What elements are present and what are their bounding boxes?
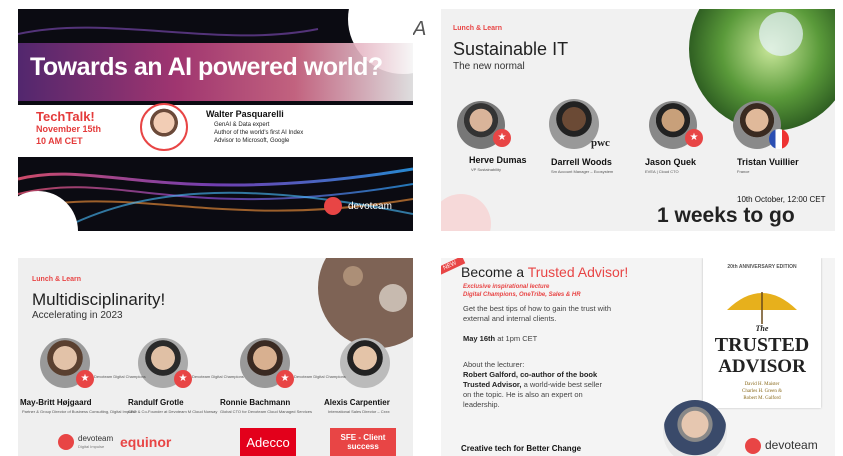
- brand-label: devoteam: [348, 201, 392, 212]
- speaker-name: Randulf Grotle: [128, 398, 184, 407]
- card-title: Towards an AI powered world?: [30, 53, 383, 81]
- book-author: David H. Maister: [744, 382, 780, 387]
- speaker-name: May-Britt Højgaard: [20, 398, 92, 407]
- bio-bold: Robert Galford, co-author of the book: [463, 370, 598, 379]
- intro-text: external and internal clients.: [463, 314, 557, 323]
- champion-star-icon: ★: [174, 370, 192, 388]
- event-date: May 16th at 1pm CET: [463, 334, 537, 343]
- pwc-logo: pwc: [591, 137, 610, 149]
- kicker: Lunch & Learn: [453, 25, 503, 32]
- champion-star-icon: ★: [276, 370, 294, 388]
- card-subtitle: The new normal: [453, 61, 525, 72]
- countdown: 1 weeks to go: [657, 204, 795, 227]
- lecture-audience: Digital Champions, OneTribe, Sales & HR: [463, 292, 581, 298]
- speaker-role: EVEA | Cloud CTO: [645, 169, 679, 174]
- speaker-name: Darrell Woods: [551, 157, 612, 167]
- card-title: Multidisciplinarity!: [32, 290, 166, 309]
- event-card-ai-powered-world[interactable]: Towards an AI powered world? TechTalk! N…: [18, 9, 413, 231]
- speaker-bullet: Advisor to Microsoft, Google: [214, 138, 290, 144]
- umbrella-icon: [727, 292, 797, 324]
- logo-devoteam: devoteam: [78, 434, 114, 443]
- book-author: Robert M. Galford: [743, 396, 781, 401]
- title-prefix: Become a: [461, 264, 525, 280]
- speaker-role: Global CTO for Devoteam Cloud Managed Se…: [220, 409, 312, 414]
- champion-badge-label: Devoteam Digital Champions: [294, 374, 346, 379]
- book-author: Charles H. Green &: [742, 389, 782, 394]
- logo-equinor: equinor: [120, 434, 172, 450]
- champion-star-icon: ★: [685, 129, 703, 147]
- book-title-1: TRUSTED: [714, 334, 810, 356]
- event-card-multidisciplinarity[interactable]: Lunch & Learn Multidisciplinarity! Accel…: [18, 258, 413, 456]
- logo-adecco: Adecco: [240, 428, 296, 456]
- france-flag-icon: [769, 129, 789, 149]
- speaker-role: CEO & Co-Founder at Devoteam M Cloud Nor…: [128, 409, 218, 414]
- devoteam-logo-icon: [745, 438, 761, 454]
- speaker-avatar: [340, 338, 390, 388]
- card-title: Sustainable IT: [453, 39, 569, 59]
- card-subtitle: Accelerating in 2023: [32, 310, 123, 321]
- text-cursor-indicator: A: [413, 18, 427, 40]
- kicker: Lunch & Learn: [32, 276, 82, 283]
- speaker-name: Walter Pasquarelli: [206, 109, 284, 119]
- date-bold: May 16th: [463, 334, 496, 343]
- speaker-role: International Sales Director – Cxxx: [328, 409, 390, 414]
- about-label: About the lecturer:: [463, 360, 525, 369]
- event-date: November 15th: [36, 124, 102, 134]
- bio-bold: Trusted Advisor,: [463, 380, 522, 389]
- devoteam-logo-icon: [58, 434, 74, 450]
- bio-line: on the topic. He is also an expert on: [463, 390, 583, 399]
- speaker-name: Jason Quek: [645, 157, 697, 167]
- intro-text: Get the best tips of how to gain the tru…: [463, 304, 611, 313]
- bio-line: Robert Galford, co-author of the book: [463, 370, 597, 379]
- champion-star-icon: ★: [493, 129, 511, 147]
- bio-line: Trusted Advisor, a world-wide best selle…: [463, 380, 602, 389]
- brand-label: devoteam: [765, 438, 818, 452]
- speaker-avatar: [140, 103, 188, 151]
- lecture-type: Exclusive inspirational lecture: [463, 284, 550, 290]
- book-title-2: ADVISOR: [718, 356, 806, 377]
- event-type: TechTalk!: [36, 109, 95, 124]
- bio-line: leadership.: [463, 400, 500, 409]
- book-cover: 20th ANNIVERSARY EDITION The TRUSTED ADV…: [703, 258, 821, 408]
- speaker-bullet: Author of the world's first AI Index: [214, 130, 304, 136]
- event-card-trusted-advisor[interactable]: NEW Become a Trusted Advisor! Exclusive …: [441, 258, 835, 456]
- date-rest: at 1pm CET: [497, 334, 538, 343]
- card-title: Become a Trusted Advisor!: [461, 264, 628, 280]
- book-edition: 20th ANNIVERSARY EDITION: [727, 264, 797, 270]
- bio-rest: a world-wide best seller: [521, 380, 602, 389]
- speaker-role: France: [737, 169, 750, 174]
- champion-star-icon: ★: [76, 370, 94, 388]
- speaker-role: Partner & Group Director of Business Con…: [22, 409, 137, 414]
- speaker-name: Tristan Vuillier: [737, 157, 799, 167]
- devoteam-logo-icon: [324, 197, 342, 215]
- champion-badge-label: Devoteam Digital Champions: [192, 374, 244, 379]
- lecturer-avatar: [663, 400, 727, 456]
- speaker-name: Ronnie Bachmann: [220, 398, 291, 407]
- event-time: 10 AM CET: [36, 136, 83, 146]
- champion-badge-label: Devoteam Digital Champions: [94, 374, 146, 379]
- logo-sfe: SFE - Client success: [330, 428, 396, 456]
- speaker-bullet: GenAI & Data expert: [214, 122, 270, 128]
- speaker-role: Sm Account Manager – Ecosystem: [551, 169, 614, 174]
- speaker-role: VP Sustainability: [471, 167, 501, 172]
- title-highlight: Trusted Advisor!: [527, 264, 629, 280]
- event-date: 10th October, 12:00 CET: [737, 195, 826, 204]
- footer-tagline: Creative tech for Better Change: [461, 444, 582, 453]
- logo-devoteam-sub: Digital Impulse: [78, 444, 105, 449]
- event-card-sustainable-it[interactable]: Lunch & Learn Sustainable IT The new nor…: [441, 9, 835, 231]
- speaker-name: Herve Dumas: [469, 155, 527, 165]
- book-the: The: [755, 324, 769, 333]
- speaker-name: Alexis Carpentier: [324, 398, 390, 407]
